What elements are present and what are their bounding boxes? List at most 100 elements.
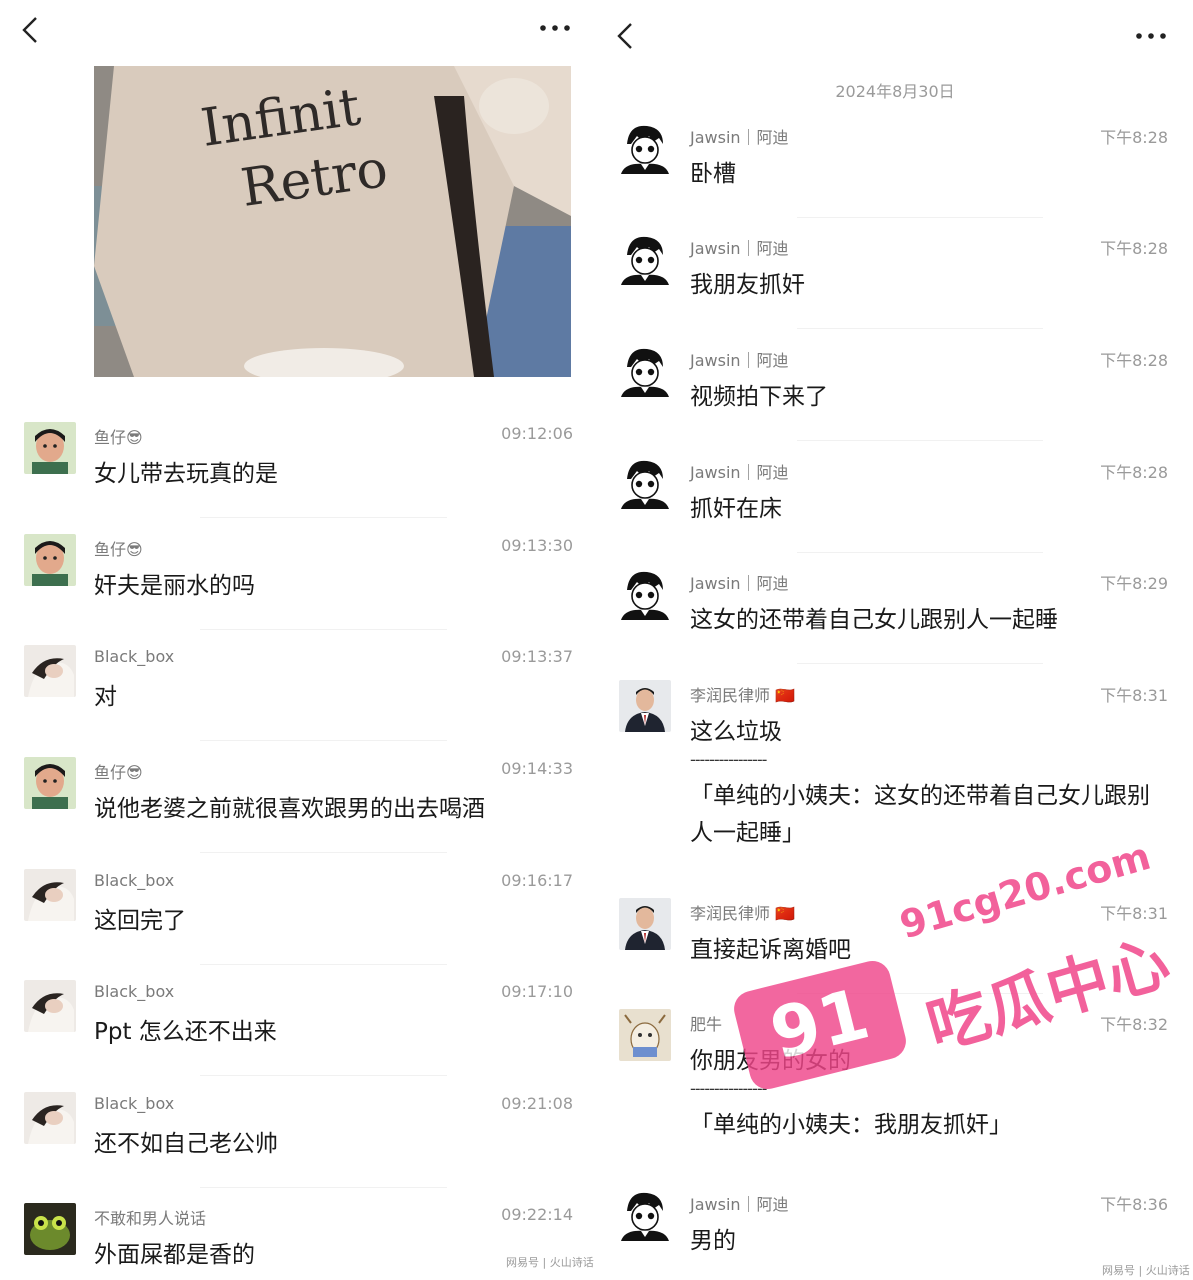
avatar[interactable]	[619, 233, 671, 285]
message-time: 09:21:08	[501, 1094, 573, 1113]
message-text: 女儿带去玩真的是	[94, 461, 278, 487]
avatar[interactable]	[24, 534, 76, 586]
footer-source-mark: 网易号 | 火山诗话	[1102, 1264, 1190, 1277]
message-text: 外面屎都是香的	[94, 1242, 255, 1268]
sender-name: 李润民律师 🇨🇳	[690, 686, 796, 705]
message-time: 下午8:28	[1100, 463, 1168, 482]
avatar[interactable]	[619, 898, 671, 950]
message-time: 下午8:31	[1100, 686, 1168, 705]
message-text: 奸夫是丽水的吗	[94, 573, 255, 599]
avatar[interactable]	[619, 680, 671, 732]
sender-name: Black_box	[94, 871, 175, 890]
chat-message[interactable]: Jawsin｜阿迪 下午8:29 这女的还带着自己女儿跟别人一起睡	[597, 568, 1193, 680]
quote-separator: ----------------	[690, 1079, 767, 1098]
avatar[interactable]	[24, 645, 76, 697]
avatar[interactable]	[619, 1009, 671, 1061]
message-time: 09:17:10	[501, 982, 573, 1001]
chat-message[interactable]: Jawsin｜阿迪 下午8:28 抓奸在床	[597, 457, 1193, 569]
message-text: 直接起诉离婚吧	[690, 937, 851, 963]
message-text: 这回完了	[94, 908, 186, 934]
message-time: 下午8:31	[1100, 904, 1168, 923]
row-divider	[797, 663, 1043, 664]
avatar[interactable]	[24, 1092, 76, 1144]
back-arrow-icon[interactable]	[18, 14, 46, 46]
message-text: 这么垃圾	[690, 719, 782, 745]
chat-message[interactable]: 鱼仔😎 09:12:06 女儿带去玩真的是	[0, 422, 597, 534]
chat-message[interactable]: Jawsin｜阿迪 下午8:28 我朋友抓奸	[597, 233, 1193, 345]
row-divider	[797, 440, 1043, 441]
chat-message[interactable]: 肥牛 下午8:32 你朋友男的女的 ---------------- 「单纯的小姨夫：我…	[597, 1009, 1193, 1209]
row-divider	[797, 217, 1043, 218]
message-time: 下午8:28	[1100, 128, 1168, 147]
quoted-reply: 「单纯的小姨夫：这女的还带着自己女儿跟别人一起睡」	[690, 783, 1150, 846]
message-time: 下午8:28	[1100, 239, 1168, 258]
sender-name: 鱼仔😎	[94, 763, 143, 782]
avatar[interactable]	[619, 457, 671, 509]
message-text: Ppt 怎么还不出来	[94, 1019, 277, 1045]
message-time: 09:22:14	[501, 1205, 573, 1224]
chat-message[interactable]: 鱼仔😎 09:14:33 说他老婆之前就很喜欢跟男的出去喝酒	[0, 757, 597, 869]
chat-message[interactable]: 李润民律师 🇨🇳 下午8:31 直接起诉离婚吧	[597, 898, 1193, 1010]
avatar[interactable]	[24, 757, 76, 809]
quoted-reply: 「单纯的小姨夫：我朋友抓奸」	[690, 1112, 1012, 1138]
right-chat-panel: 2024年8月30日 Jawsin｜阿迪 下午8:28 卧槽 Jawsin｜阿迪 下午8…	[597, 0, 1193, 1280]
sender-name: Black_box	[94, 1094, 175, 1113]
chat-message[interactable]: 李润民律师 🇨🇳 下午8:31 这么垃圾 ---------------- 「单纯的小姨…	[597, 680, 1193, 880]
row-divider	[200, 740, 447, 741]
message-time: 09:16:17	[501, 871, 573, 890]
avatar[interactable]	[24, 1203, 76, 1255]
message-time: 下午8:32	[1100, 1015, 1168, 1034]
message-text: 卧槽	[690, 161, 736, 187]
message-time: 09:12:06	[501, 424, 573, 443]
row-divider	[200, 964, 447, 965]
left-chat-panel: Infinit Retro 鱼仔😎 09:12:06 女儿带去玩真的是 鱼仔😎 09:1…	[0, 0, 597, 1280]
avatar[interactable]	[619, 568, 671, 620]
message-text: 视频拍下来了	[690, 384, 828, 410]
sender-name: Jawsin｜阿迪	[690, 239, 789, 258]
message-text: 男的	[690, 1228, 736, 1254]
message-time: 09:13:30	[501, 536, 573, 555]
avatar[interactable]	[24, 422, 76, 474]
message-text: 我朋友抓奸	[690, 272, 805, 298]
sender-name: Black_box	[94, 982, 175, 1001]
chat-message[interactable]: Jawsin｜阿迪 下午8:28 卧槽	[597, 122, 1193, 234]
row-divider	[200, 517, 447, 518]
chat-message[interactable]: Black_box 09:21:08 还不如自己老公帅	[0, 1092, 597, 1204]
sender-name: Jawsin｜阿迪	[690, 463, 789, 482]
sender-name: Black_box	[94, 647, 175, 666]
avatar[interactable]	[24, 980, 76, 1032]
row-divider	[200, 629, 447, 630]
chat-message[interactable]: Jawsin｜阿迪 下午8:28 视频拍下来了	[597, 345, 1193, 457]
chat-message[interactable]: 鱼仔😎 09:13:30 奸夫是丽水的吗	[0, 534, 597, 646]
avatar[interactable]	[619, 1189, 671, 1241]
message-text: 这女的还带着自己女儿跟别人一起睡	[690, 607, 1058, 633]
more-options-icon[interactable]	[1131, 24, 1171, 48]
avatar[interactable]	[619, 345, 671, 397]
sender-name: 李润民律师 🇨🇳	[690, 904, 796, 923]
message-time: 下午8:36	[1100, 1195, 1168, 1214]
quote-separator: ----------------	[690, 750, 767, 769]
row-divider	[797, 552, 1043, 553]
sender-name: 不敢和男人说话	[94, 1209, 207, 1228]
back-arrow-icon[interactable]	[613, 20, 641, 52]
shared-photo[interactable]: Infinit Retro	[94, 66, 571, 377]
more-options-icon[interactable]	[535, 16, 575, 40]
row-divider	[200, 852, 447, 853]
chat-message[interactable]: Black_box 09:16:17 这回完了	[0, 869, 597, 981]
row-divider	[797, 328, 1043, 329]
message-text: 说他老婆之前就很喜欢跟男的出去喝酒	[94, 796, 485, 822]
row-divider	[797, 993, 1043, 994]
sender-name: Jawsin｜阿迪	[690, 1195, 789, 1214]
sender-name: Jawsin｜阿迪	[690, 351, 789, 370]
chat-message[interactable]: Black_box 09:13:37 对	[0, 645, 597, 757]
message-time: 09:14:33	[501, 759, 573, 778]
chat-message[interactable]: Black_box 09:17:10 Ppt 怎么还不出来	[0, 980, 597, 1092]
row-divider	[200, 1187, 447, 1188]
avatar[interactable]	[24, 869, 76, 921]
avatar[interactable]	[619, 122, 671, 174]
sender-name: 肥牛	[690, 1015, 723, 1034]
message-time: 下午8:29	[1100, 574, 1168, 593]
message-time: 下午8:28	[1100, 351, 1168, 370]
sender-name: 鱼仔😎	[94, 428, 143, 447]
row-divider	[200, 1075, 447, 1076]
